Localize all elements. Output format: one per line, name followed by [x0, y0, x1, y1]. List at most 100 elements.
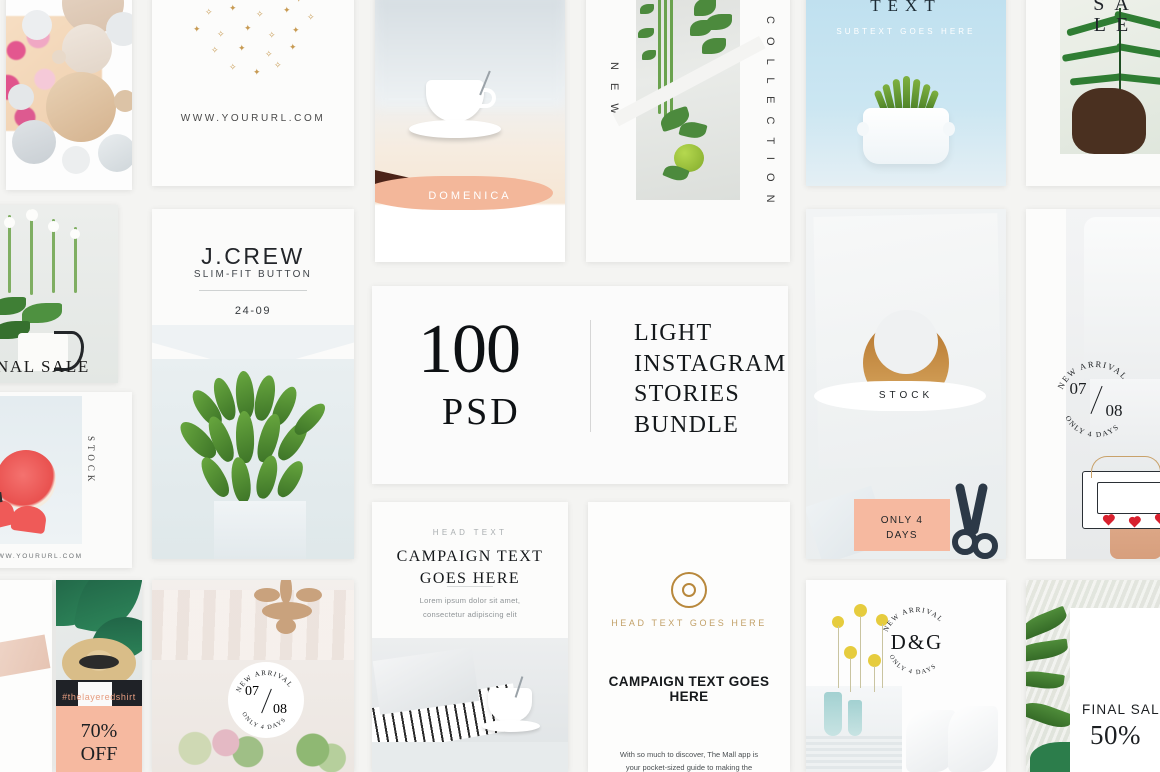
tile-gold-ornament[interactable]: HEAD TEXT GOES HERE CAMPAIGN TEXT GOES H…	[588, 502, 790, 772]
chandelier-photo	[244, 580, 330, 638]
jcrew-date: 24-09	[234, 305, 272, 317]
tile-chandelier-badge[interactable]: NEW ARRIVAL ONLY 4 DAYS 07 08	[152, 580, 354, 772]
campaign-body: Lorem ipsum dolor sit amet, consectetur …	[372, 594, 568, 622]
gold-body-line-2: your pocket-sized guide to making the	[625, 763, 753, 772]
divider	[199, 290, 307, 291]
texture-band	[806, 736, 902, 772]
promo-line-2: DAYS	[886, 529, 918, 541]
plant-photo	[612, 0, 766, 200]
stock-vertical-label: STOCK	[86, 436, 96, 486]
hero-line-1: LIGHT	[634, 320, 713, 346]
jade-plant-photo	[152, 359, 354, 559]
dg-badge: NEW ARRIVAL ONLY 4 DAYS D&G	[874, 598, 960, 684]
tile-final-sale-50[interactable]: FINAL SALE 50%	[1026, 580, 1160, 772]
coffee-cup-photo	[408, 70, 501, 139]
campaign-body-line-2: consectetur adipiscing elit	[423, 609, 517, 619]
bubble	[114, 90, 132, 112]
tile-watermelon-stock[interactable]: STOCK WWW.YOURURL.COM	[0, 392, 132, 568]
hero-number: 100	[418, 311, 521, 388]
divider	[447, 586, 493, 587]
new-arrival-badge: NEW ARRIVAL ONLY 4 DAYS 07 08	[1048, 351, 1144, 447]
tile-blue-text[interactable]: TEXT SUBTEXT GOES HERE	[806, 0, 1006, 186]
tile-ring-stock[interactable]: STOCK ONLY 4 DAYS	[806, 209, 1006, 559]
url-label: WWW.YOURURL.COM	[0, 553, 83, 560]
tile-confetti-url[interactable]: ✦ ✧ ✦ ✧ ✦ ✧ ✦ ✧ ✦ ✧ ✦ ✧ ✦ ✧ ✦ ✧ ✦ ✧ ✦ ✧ …	[152, 0, 354, 186]
promo-line-1: ONLY 4	[880, 515, 924, 526]
tile-campaign-text[interactable]: HEAD TEXT CAMPAIGN TEXT GOES HERE Lorem …	[372, 502, 568, 772]
bubble	[46, 72, 116, 142]
bubble	[106, 12, 132, 46]
domenica-label: DOMENICA	[428, 190, 512, 202]
watermelon-photo	[0, 396, 82, 544]
gold-confetti-icon: ✦ ✧ ✦ ✧ ✦ ✧ ✦ ✧ ✦ ✧ ✦ ✧ ✦ ✧ ✦ ✧ ✦ ✧ ✦ ✧ …	[193, 0, 315, 77]
desk-photo	[372, 638, 568, 772]
collection-label: C O L L E C T I O N	[764, 16, 776, 208]
hero-line-2: INSTAGRAM	[634, 350, 787, 377]
campaign-head: HEAD TEXT	[432, 528, 508, 537]
bubble	[22, 10, 52, 40]
gold-body-text: With so much to discover, The Mall app i…	[602, 748, 776, 772]
campaign-title-line-2: GOES HERE	[419, 570, 521, 588]
hero-line-4: BUNDLE	[634, 412, 740, 439]
off-line-2: OFF	[80, 743, 118, 765]
promo-label: ONLY 4 DAYS	[854, 514, 950, 543]
hero-line-3: STORIES	[634, 381, 741, 408]
gold-head-label: HEAD TEXT GOES HERE	[611, 618, 767, 628]
divider	[590, 320, 591, 432]
tile-blouse-badge[interactable]: NEW ARRIVAL ONLY 4 DAYS 07 08	[1026, 209, 1160, 559]
blue-subtitle: SUBTEXT GOES HERE	[836, 27, 976, 36]
bubble	[98, 134, 132, 172]
svg-text:ONLY 4 DAYS: ONLY 4 DAYS	[888, 654, 939, 677]
svg-text:NEW ARRIVAL: NEW ARRIVAL	[882, 606, 945, 633]
tile-flowers-final-sale[interactable]: NAL SALE	[0, 205, 118, 383]
gold-body-line-1: With so much to discover, The Mall app i…	[619, 750, 759, 759]
badge-number-top: 07	[245, 684, 259, 699]
new-arrival-badge: NEW ARRIVAL ONLY 4 DAYS 07 08	[228, 662, 304, 738]
final-sale-percent: 50%	[1090, 720, 1141, 750]
hero-title: LIGHT INSTAGRAM STORIES BUNDLE	[634, 318, 786, 441]
tile-new-collection[interactable]: N E W C O L L E C T I O N	[586, 0, 790, 262]
tile-roses-bubbles[interactable]	[6, 0, 132, 190]
off-label: 70% OFF	[56, 720, 142, 766]
sale-line-1: SA	[1093, 0, 1139, 15]
succulent-photo	[873, 76, 940, 111]
badge-number-bottom: 08	[273, 702, 287, 717]
tile-sale-fern[interactable]: SA LE	[1026, 0, 1160, 186]
white-pot-photo	[857, 108, 955, 164]
decor-shape	[0, 634, 51, 680]
bubble	[52, 50, 66, 64]
tile-palm-70-off[interactable]: #thelayeredshirt 70% OFF	[56, 580, 142, 772]
gold-campaign-label: CAMPAIGN TEXT GOES HERE	[608, 674, 770, 704]
badge-number-bottom: 08	[1105, 401, 1123, 420]
badge-arc-top: NEW ARRIVAL	[882, 606, 944, 633]
jcrew-subtitle: SLIM-FIT BUTTON	[193, 269, 313, 280]
tile-dg[interactable]: NEW ARRIVAL ONLY 4 DAYS D&G	[806, 580, 1006, 772]
bubble	[62, 146, 90, 174]
url-label: WWW.YOURURL.COM	[180, 113, 326, 124]
handbag-photo	[1082, 456, 1160, 529]
bubble	[12, 120, 56, 164]
stock-label: STOCK	[878, 389, 934, 401]
gold-geometric-ornament-icon	[671, 572, 707, 608]
badge-number-top: 07	[1069, 379, 1087, 398]
teal-vase	[848, 700, 862, 736]
instagram-stories-bundle-preview: ✦ ✧ ✦ ✧ ✦ ✧ ✦ ✧ ✦ ✧ ✦ ✧ ✦ ✧ ✦ ✧ ✦ ✧ ✦ ✧ …	[0, 0, 1160, 772]
final-sale-title: FINAL SALE	[1082, 702, 1160, 717]
badge-arc-bottom: ONLY 4 DAYS	[888, 654, 937, 677]
off-line-1: 70%	[80, 720, 118, 742]
teal-vase	[824, 692, 842, 736]
hero-card[interactable]: 100 PSD LIGHT INSTAGRAM STORIES BUNDLE	[372, 286, 788, 484]
jcrew-brand: J.CREW	[201, 243, 305, 269]
sale-line-2: LE	[1093, 14, 1139, 36]
campaign-title-line-1: CAMPAIGN TEXT	[396, 548, 544, 565]
white-sculpture	[948, 706, 998, 772]
tile-coffee-domenica[interactable]: DOMENICA	[375, 0, 565, 262]
campaign-body-line-1: Lorem ipsum dolor sit amet,	[419, 596, 521, 605]
scissors-photo	[952, 482, 998, 559]
ring-inner	[874, 310, 938, 374]
hand-photo	[1072, 88, 1146, 154]
blue-title: TEXT	[870, 0, 942, 15]
hero-format: PSD	[442, 391, 521, 433]
tile-left-sliver[interactable]	[0, 580, 52, 772]
tile-jcrew[interactable]: J.CREW SLIM-FIT BUTTON 24-09	[152, 209, 354, 559]
